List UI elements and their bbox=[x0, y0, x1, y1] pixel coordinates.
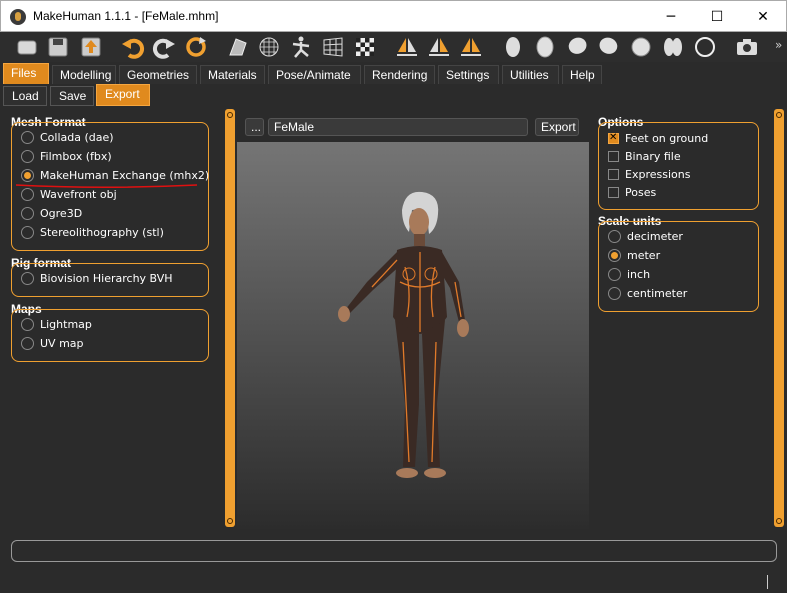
face-side-icon[interactable] bbox=[532, 34, 558, 60]
title-bar: MakeHuman 1.1.1 - [FeMale.mhm] ─ ☐ ✕ bbox=[0, 0, 787, 32]
tab-files[interactable]: Files bbox=[3, 63, 49, 84]
head-top-icon[interactable] bbox=[628, 34, 654, 60]
head-back-icon[interactable] bbox=[660, 34, 686, 60]
radio-filmbox[interactable]: Filmbox (fbx) bbox=[21, 148, 112, 164]
radio-button[interactable] bbox=[21, 149, 34, 163]
grid-mesh-icon[interactable] bbox=[256, 34, 282, 60]
tab-help[interactable]: Help bbox=[562, 65, 602, 84]
radio-button[interactable] bbox=[21, 130, 34, 144]
toolbar-overflow-icon[interactable]: » bbox=[775, 38, 782, 52]
radio-mhx2[interactable]: MakeHuman Exchange (mhx2) bbox=[21, 167, 209, 183]
checkbox-poses[interactable]: Poses bbox=[608, 184, 656, 200]
export-button[interactable]: Export bbox=[535, 118, 579, 136]
face-front-icon[interactable] bbox=[500, 34, 526, 60]
scroll-up-icon[interactable] bbox=[776, 112, 782, 118]
human-model-figure bbox=[338, 191, 469, 478]
radio-ogre3d[interactable]: Ogre3D bbox=[21, 205, 82, 221]
symmetry-icon[interactable] bbox=[458, 34, 484, 60]
symmetry-right-icon[interactable] bbox=[394, 34, 420, 60]
radio-meter[interactable]: meter bbox=[608, 247, 660, 263]
checkbox[interactable] bbox=[608, 150, 619, 162]
tab-utilities[interactable]: Utilities bbox=[502, 65, 559, 84]
export-file-icon[interactable] bbox=[78, 34, 104, 60]
tab-settings[interactable]: Settings bbox=[438, 65, 499, 84]
tab-save[interactable]: Save bbox=[50, 86, 94, 106]
checkbox[interactable] bbox=[608, 168, 619, 180]
app-icon bbox=[10, 9, 26, 25]
radio-button[interactable] bbox=[21, 271, 34, 285]
head-outline-icon[interactable] bbox=[692, 34, 718, 60]
radio-button[interactable] bbox=[21, 336, 34, 350]
window-title: MakeHuman 1.1.1 - [FeMale.mhm] bbox=[33, 9, 219, 23]
radio-centimeter[interactable]: centimeter bbox=[608, 285, 687, 301]
checkbox-binary-file[interactable]: Binary file bbox=[608, 148, 681, 164]
close-button[interactable]: ✕ bbox=[740, 1, 786, 32]
checkbox-feet-on-ground[interactable]: Feet on ground bbox=[608, 130, 708, 146]
symmetry-left-icon[interactable] bbox=[426, 34, 452, 60]
radio-button[interactable] bbox=[608, 229, 621, 243]
browse-button[interactable]: ... bbox=[245, 118, 264, 136]
radio-button-selected[interactable] bbox=[21, 168, 34, 182]
radio-button[interactable] bbox=[608, 267, 621, 281]
new-file-icon[interactable] bbox=[14, 34, 40, 60]
radio-button-selected[interactable] bbox=[608, 248, 621, 262]
tab-pose-animate[interactable]: Pose/Animate bbox=[268, 65, 361, 84]
head-right-icon[interactable] bbox=[596, 34, 622, 60]
undo-icon[interactable] bbox=[120, 34, 146, 60]
right-scrollbar[interactable] bbox=[774, 109, 784, 527]
radio-wavefront[interactable]: Wavefront obj bbox=[21, 186, 117, 202]
radio-button[interactable] bbox=[21, 206, 34, 220]
scroll-up-icon[interactable] bbox=[227, 112, 233, 118]
skeleton-pose-icon[interactable] bbox=[288, 34, 314, 60]
radio-button[interactable] bbox=[21, 225, 34, 239]
radio-uv-map[interactable]: UV map bbox=[21, 335, 84, 351]
radio-decimeter[interactable]: decimeter bbox=[608, 228, 683, 244]
radio-stl[interactable]: Stereolithography (stl) bbox=[21, 224, 164, 240]
reset-icon[interactable] bbox=[183, 34, 209, 60]
wireframe-icon[interactable] bbox=[225, 34, 251, 60]
maximize-button[interactable]: ☐ bbox=[694, 1, 740, 32]
checkbox[interactable] bbox=[608, 186, 619, 198]
radio-bvh[interactable]: Biovision Hierarchy BVH bbox=[21, 270, 173, 286]
save-file-icon[interactable] bbox=[45, 34, 71, 60]
radio-button[interactable] bbox=[21, 317, 34, 331]
scroll-down-icon[interactable] bbox=[776, 518, 782, 524]
head-left-icon[interactable] bbox=[564, 34, 590, 60]
checker-pattern-icon[interactable] bbox=[352, 34, 378, 60]
minimize-button[interactable]: ─ bbox=[648, 1, 694, 32]
tab-modelling[interactable]: Modelling bbox=[52, 65, 116, 84]
radio-collada[interactable]: Collada (dae) bbox=[21, 129, 114, 145]
toolbar: » bbox=[0, 32, 787, 62]
tab-geometries[interactable]: Geometries bbox=[119, 65, 197, 84]
checkbox-expressions[interactable]: Expressions bbox=[608, 166, 690, 182]
tab-materials[interactable]: Materials bbox=[200, 65, 265, 84]
radio-button[interactable] bbox=[608, 286, 621, 300]
3d-viewport[interactable] bbox=[237, 142, 589, 529]
filename-input[interactable]: FeMale bbox=[268, 118, 528, 136]
camera-icon[interactable] bbox=[734, 34, 760, 60]
sub-tabs: Load Save Export bbox=[0, 84, 787, 106]
redo-icon[interactable] bbox=[151, 34, 177, 60]
tab-rendering[interactable]: Rendering bbox=[364, 65, 435, 84]
checkbox-checked[interactable] bbox=[608, 132, 619, 144]
radio-button[interactable] bbox=[21, 187, 34, 201]
scroll-down-icon[interactable] bbox=[227, 518, 233, 524]
progress-bar bbox=[11, 540, 777, 562]
tab-export[interactable]: Export bbox=[96, 84, 150, 106]
radio-lightmap[interactable]: Lightmap bbox=[21, 316, 92, 332]
radio-inch[interactable]: inch bbox=[608, 266, 650, 282]
main-tabs: Files Modelling Geometries Materials Pos… bbox=[0, 62, 787, 84]
left-scrollbar[interactable] bbox=[225, 109, 235, 527]
perspective-grid-icon[interactable] bbox=[320, 34, 346, 60]
status-separator bbox=[767, 575, 768, 589]
tab-load[interactable]: Load bbox=[3, 86, 47, 106]
